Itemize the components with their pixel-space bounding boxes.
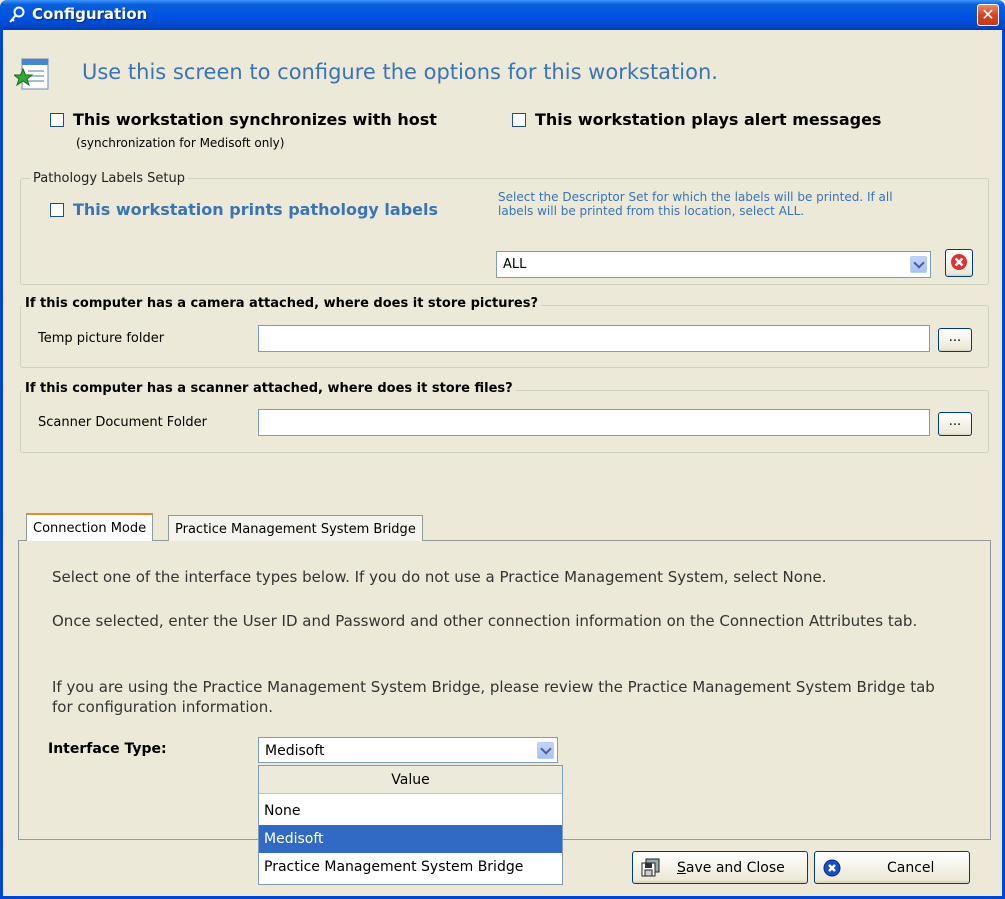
descriptor-set-select[interactable]: ALL — [496, 251, 931, 278]
interface-type-value: Medisoft — [265, 743, 325, 759]
pathology-instructions: Select the Descriptor Set for which the … — [498, 190, 893, 218]
tab-connection-mode[interactable]: Connection Mode — [26, 513, 154, 541]
save-and-close-label: Save and Close — [677, 860, 785, 876]
close-icon: ✕ — [981, 5, 995, 24]
camera-legend: If this computer has a camera attached, … — [22, 296, 542, 311]
option-none[interactable]: None — [259, 797, 562, 825]
temp-picture-folder-input[interactable] — [258, 325, 930, 352]
title-bar: Configuration ✕ — [0, 0, 1005, 30]
alerts-label: This workstation plays alert messages — [535, 110, 882, 129]
cancel-label: Cancel — [887, 860, 935, 876]
interface-type-dropdown: Value None Medisoft Practice Management … — [258, 765, 563, 885]
camera-label: Temp picture folder — [38, 331, 165, 346]
window-title: Configuration — [32, 5, 148, 23]
interface-type-label: Interface Type: — [48, 741, 167, 757]
pathology-legend: Pathology Labels Setup — [30, 171, 188, 186]
pathology-checkbox[interactable] — [50, 202, 64, 217]
scanner-browse-button[interactable]: ... — [938, 412, 972, 436]
interface-type-select[interactable]: Medisoft — [258, 737, 558, 763]
key-icon — [9, 6, 25, 23]
connection-paragraph-3: If you are using the Practice Management… — [52, 678, 935, 716]
header-text: Use this screen to configure the options… — [82, 60, 718, 84]
window-frame-left — [0, 30, 3, 899]
chevron-down-icon[interactable] — [537, 742, 554, 759]
sync-checkbox-row[interactable]: This workstation synchronizes with host — [50, 110, 437, 129]
chevron-down-icon[interactable] — [910, 256, 927, 273]
sync-note: (synchronization for Medisoft only) — [76, 136, 285, 150]
scanner-label: Scanner Document Folder — [38, 415, 207, 430]
save-label-rest: ave and Close — [685, 860, 785, 876]
connection-paragraph-2: Once selected, enter the User ID and Pas… — [52, 612, 918, 630]
save-and-close-button[interactable]: Save and Close — [632, 851, 808, 884]
cancel-icon — [823, 859, 841, 877]
clear-icon — [951, 254, 967, 270]
dropdown-header: Value — [259, 766, 562, 794]
camera-browse-button[interactable]: ... — [938, 328, 972, 352]
option-medisoft[interactable]: Medisoft — [259, 825, 562, 853]
scanner-legend: If this computer has a scanner attached,… — [22, 381, 516, 396]
cancel-button[interactable]: Cancel — [814, 851, 970, 884]
form-star-icon — [14, 58, 49, 90]
scanner-folder-input[interactable] — [258, 409, 930, 436]
clear-descriptor-button[interactable] — [945, 249, 973, 277]
alerts-checkbox-row[interactable]: This workstation plays alert messages — [512, 110, 881, 129]
save-mnemonic: S — [677, 860, 686, 876]
alerts-checkbox[interactable] — [512, 112, 526, 127]
option-pms-bridge[interactable]: Practice Management System Bridge — [259, 853, 562, 881]
sync-checkbox[interactable] — [50, 112, 64, 127]
close-button[interactable]: ✕ — [977, 4, 999, 26]
sync-label: This workstation synchronizes with host — [73, 110, 437, 129]
tab-pms-bridge[interactable]: Practice Management System Bridge — [168, 515, 423, 541]
descriptor-set-value: ALL — [503, 257, 527, 272]
save-icon — [641, 858, 660, 877]
pathology-label: This workstation prints pathology labels — [73, 200, 439, 219]
pathology-checkbox-row[interactable]: This workstation prints pathology labels — [50, 200, 438, 219]
connection-paragraph-1: Select one of the interface types below.… — [52, 568, 827, 586]
